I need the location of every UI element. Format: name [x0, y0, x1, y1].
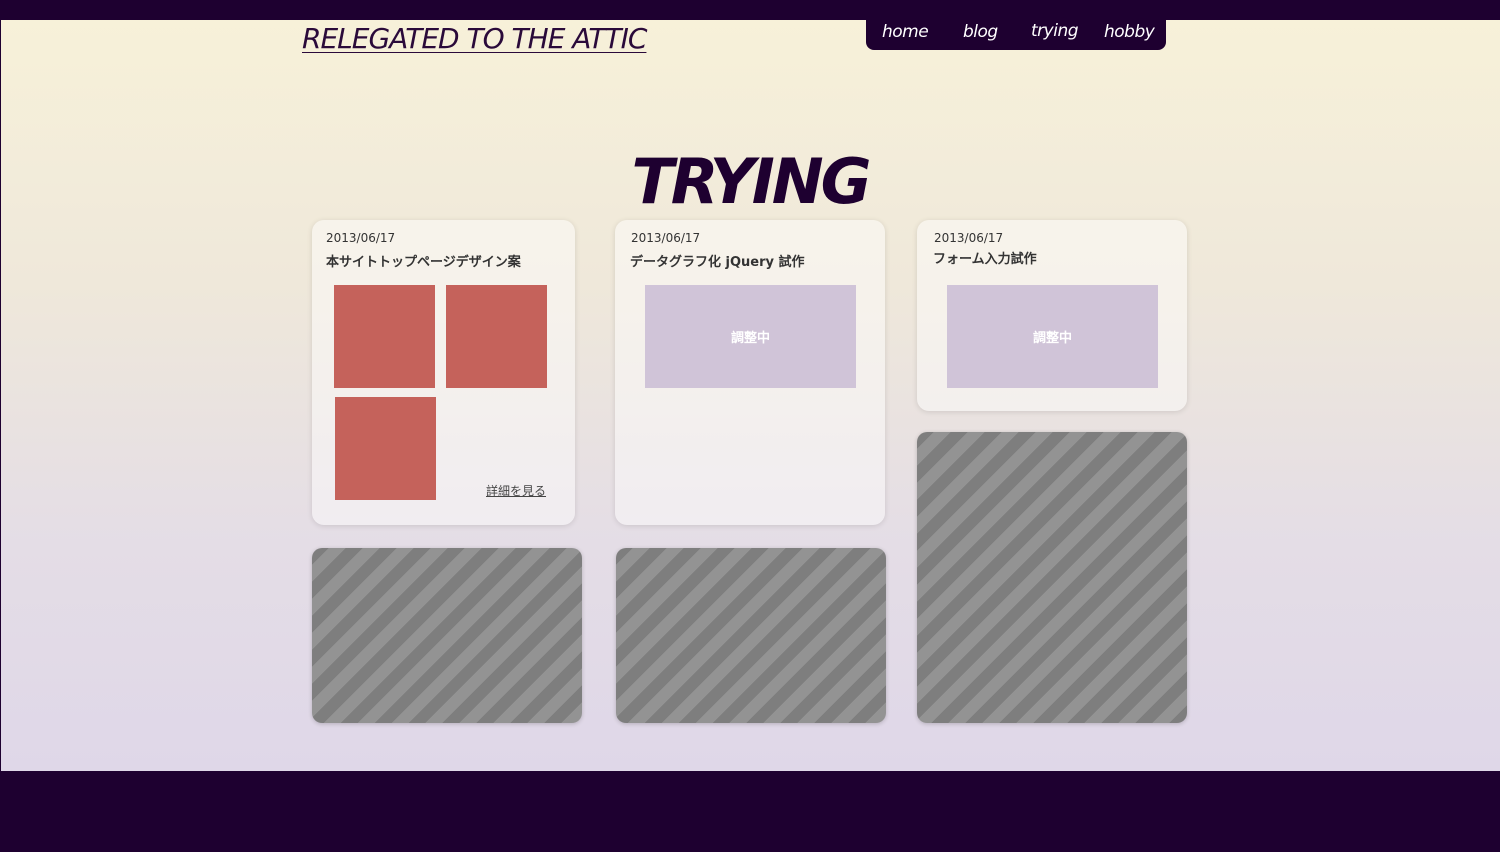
trying-card: 2013/06/17 フォーム入力試作 調整中 — [917, 220, 1187, 411]
details-link[interactable]: 詳細を見る — [486, 482, 546, 499]
empty-slot-panel — [616, 548, 886, 723]
page-title: TRYING — [631, 144, 871, 218]
site-title-link[interactable]: RELEGATED TO THE ATTIC — [302, 22, 647, 55]
card-title: フォーム入力試作 — [933, 252, 1037, 267]
footer-bar — [0, 771, 1500, 852]
design-thumbnail[interactable] — [334, 285, 435, 388]
top-bar — [0, 0, 1500, 20]
nav-item-blog[interactable]: blog — [963, 22, 998, 42]
nav-item-trying[interactable]: trying — [1031, 21, 1079, 41]
nav-item-home[interactable]: home — [882, 22, 929, 42]
card-title: データグラフ化 jQuery 試作 — [630, 255, 805, 270]
preview-placeholder: 調整中 — [645, 285, 856, 388]
card-date: 2013/06/17 — [631, 231, 701, 245]
main-nav: home blog trying hobby — [866, 8, 1166, 50]
design-thumbnail[interactable] — [335, 397, 436, 500]
design-thumbnail[interactable] — [446, 285, 547, 388]
card-date: 2013/06/17 — [326, 231, 396, 245]
empty-slot-panel — [917, 432, 1187, 723]
empty-slot-panel — [312, 548, 582, 723]
preview-placeholder: 調整中 — [947, 285, 1158, 388]
trying-card: 2013/06/17 データグラフ化 jQuery 試作 調整中 — [615, 220, 885, 525]
trying-card: 2013/06/17 本サイトトップページデザイン案 詳細を見る — [312, 220, 575, 525]
card-date: 2013/06/17 — [934, 231, 1004, 245]
card-title: 本サイトトップページデザイン案 — [326, 255, 521, 270]
nav-item-hobby[interactable]: hobby — [1104, 22, 1155, 42]
